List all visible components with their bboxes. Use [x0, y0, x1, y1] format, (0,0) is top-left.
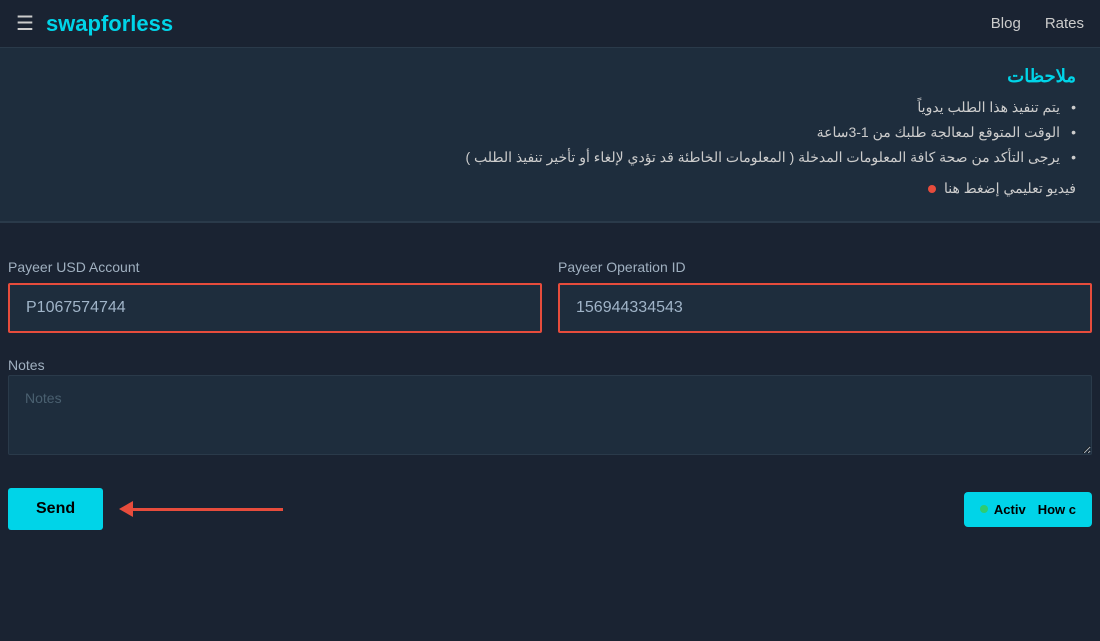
payeer-usd-group: Payeer USD Account: [8, 259, 542, 333]
notes-item-2: الوقت المتوقع لمعالجة طلبك من 1-3ساعة: [24, 124, 1076, 141]
chat-active-label: Activ: [994, 502, 1026, 517]
arrow-head-icon: [119, 501, 133, 517]
payeer-op-group: Payeer Operation ID: [558, 259, 1092, 333]
send-left: Send: [8, 488, 283, 530]
chat-button[interactable]: Activ How c: [964, 492, 1092, 527]
payeer-op-input[interactable]: [558, 283, 1092, 333]
brand-logo[interactable]: swapforless: [46, 11, 173, 37]
notes-section-label: Notes: [8, 357, 45, 373]
arrow-indicator: [119, 501, 283, 517]
send-button[interactable]: Send: [8, 488, 103, 530]
send-row: Send Activ How c: [8, 488, 1092, 550]
hamburger-icon[interactable]: ☰: [16, 11, 34, 36]
notes-list: يتم تنفيذ هذا الطلب يدوياً الوقت المتوقع…: [24, 99, 1076, 166]
notes-item-1: يتم تنفيذ هذا الطلب يدوياً: [24, 99, 1076, 116]
payeer-op-label: Payeer Operation ID: [558, 259, 1092, 275]
notes-title: ملاحظات: [24, 66, 1076, 87]
rates-link[interactable]: Rates: [1045, 15, 1084, 32]
notes-textarea[interactable]: [8, 375, 1092, 455]
form-row-accounts: Payeer USD Account Payeer Operation ID: [8, 259, 1092, 333]
tutorial-link[interactable]: فيديو تعليمي إضغط هنا: [24, 180, 1076, 197]
payeer-usd-label: Payeer USD Account: [8, 259, 542, 275]
notes-section: Notes: [8, 357, 1092, 460]
page-content: ملاحظات يتم تنفيذ هذا الطلب يدوياً الوقت…: [0, 48, 1100, 550]
chat-how-label: How c: [1038, 502, 1076, 517]
payeer-usd-input[interactable]: [8, 283, 542, 333]
tutorial-text: فيديو تعليمي إضغط هنا: [944, 180, 1076, 196]
navbar-left: ☰ swapforless: [16, 11, 173, 37]
notes-box: ملاحظات يتم تنفيذ هذا الطلب يدوياً الوقت…: [0, 48, 1100, 223]
navbar-right: Blog Rates: [991, 15, 1084, 32]
form-section: Payeer USD Account Payeer Operation ID N…: [0, 259, 1100, 550]
navbar: ☰ swapforless Blog Rates: [0, 0, 1100, 48]
spacer: [0, 223, 1100, 259]
notes-item-3: يرجى التأكد من صحة كافة المعلومات المدخل…: [24, 149, 1076, 166]
red-dot-icon: [928, 185, 936, 193]
chat-active-dot: [980, 505, 988, 513]
blog-link[interactable]: Blog: [991, 15, 1021, 32]
arrow-line: [133, 508, 283, 511]
